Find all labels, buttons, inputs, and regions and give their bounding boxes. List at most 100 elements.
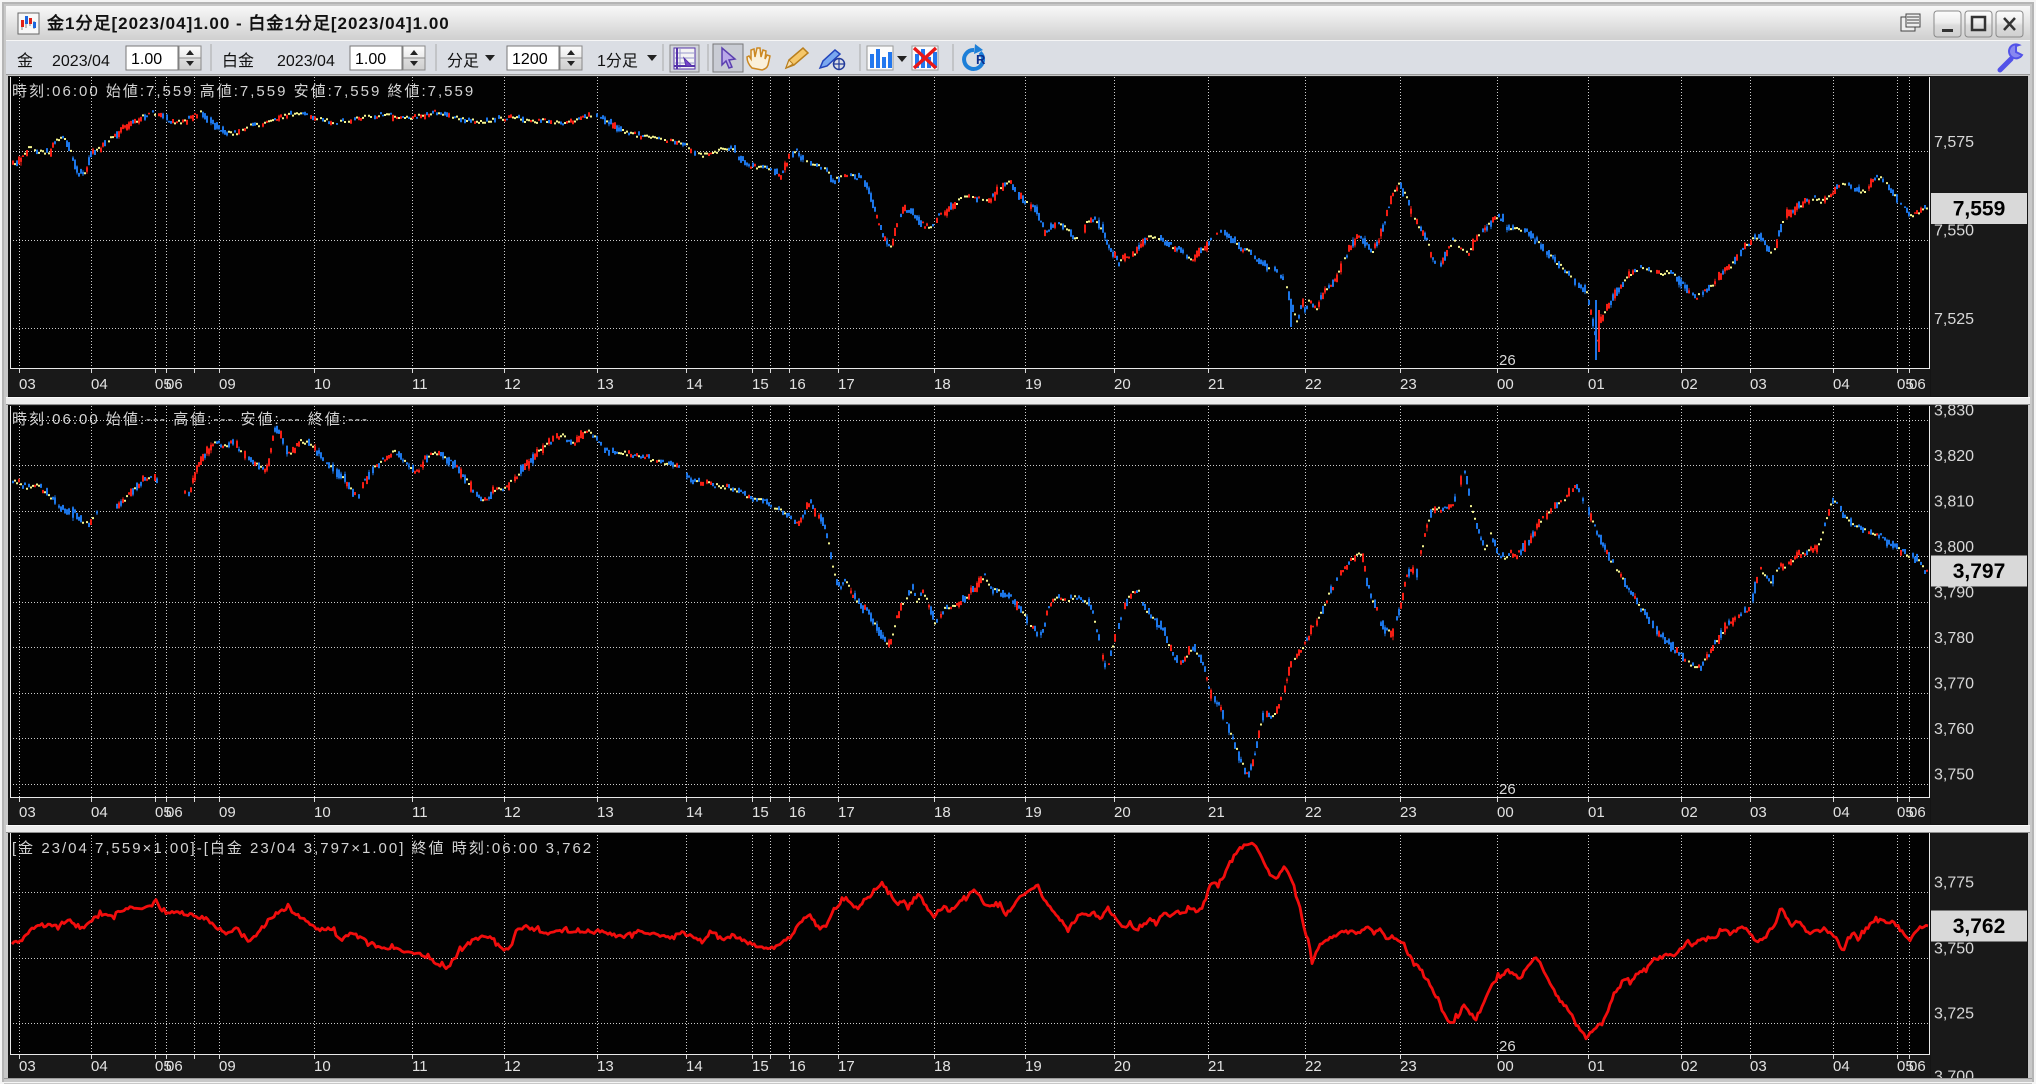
svg-text:1分足: 1分足 [597, 52, 638, 70]
svg-text:06: 06 [1909, 376, 1926, 393]
svg-text:06: 06 [1909, 804, 1926, 821]
svg-text:金: 金 [17, 52, 33, 70]
svg-text:13: 13 [597, 376, 614, 393]
svg-text:21: 21 [1208, 804, 1225, 821]
svg-text:3,810: 3,810 [1934, 494, 1974, 511]
svg-text:3,725: 3,725 [1934, 1006, 1974, 1023]
svg-text:04: 04 [91, 804, 108, 821]
svg-text:7,525: 7,525 [1934, 311, 1974, 328]
svg-text:03: 03 [1750, 1058, 1767, 1075]
svg-text:白金: 白金 [222, 52, 254, 70]
svg-text:11: 11 [412, 804, 428, 821]
svg-text:17: 17 [838, 376, 855, 393]
svg-text:3,790: 3,790 [1934, 585, 1974, 602]
svg-text:3,820: 3,820 [1934, 448, 1974, 465]
svg-text:14: 14 [686, 804, 703, 821]
svg-text:3,750: 3,750 [1934, 941, 1974, 958]
svg-text:09: 09 [219, 376, 236, 393]
svg-text:01: 01 [1588, 1058, 1605, 1075]
svg-text:11: 11 [412, 1058, 428, 1075]
svg-text:1.00: 1.00 [355, 51, 386, 68]
svg-text:13: 13 [597, 804, 614, 821]
svg-text:02: 02 [1681, 804, 1698, 821]
svg-text:2023/04: 2023/04 [52, 53, 110, 70]
svg-text:15: 15 [752, 804, 769, 821]
svg-text:3,830: 3,830 [1934, 403, 1974, 420]
svg-text:金1分足[2023/04]1.00 - 白金1分足[2023: 金1分足[2023/04]1.00 - 白金1分足[2023/04]1.00 [46, 13, 450, 33]
svg-text:26: 26 [1499, 352, 1516, 369]
svg-text:7,575: 7,575 [1934, 134, 1974, 151]
svg-text:09: 09 [219, 1058, 236, 1075]
svg-text:3,762: 3,762 [1953, 915, 2006, 938]
svg-text:22: 22 [1305, 376, 1322, 393]
svg-text:3,780: 3,780 [1934, 630, 1974, 647]
svg-text:19: 19 [1025, 1058, 1042, 1075]
svg-text:12: 12 [504, 804, 521, 821]
svg-text:12: 12 [504, 376, 521, 393]
svg-text:19: 19 [1025, 804, 1042, 821]
svg-text:17: 17 [838, 1058, 855, 1075]
svg-text:04: 04 [1833, 1058, 1850, 1075]
svg-text:20: 20 [1114, 1058, 1131, 1075]
svg-text:15: 15 [752, 1058, 769, 1075]
svg-text:1.00: 1.00 [131, 51, 162, 68]
svg-text:20: 20 [1114, 804, 1131, 821]
svg-text:20: 20 [1114, 376, 1131, 393]
svg-text:7,559: 7,559 [1953, 198, 2006, 221]
svg-text:04: 04 [1833, 376, 1850, 393]
svg-text:02: 02 [1681, 1058, 1698, 1075]
svg-text:09: 09 [219, 804, 236, 821]
svg-text:時刻:06:00 始値:--- 高値:--- 安値:---: 時刻:06:00 始値:--- 高値:--- 安値:--- 終値:--- [12, 411, 369, 428]
svg-text:26: 26 [1499, 1038, 1516, 1055]
svg-text:21: 21 [1208, 1058, 1225, 1075]
svg-text:21: 21 [1208, 376, 1225, 393]
svg-text:01: 01 [1588, 376, 1605, 393]
svg-text:16: 16 [789, 376, 806, 393]
svg-text:3,770: 3,770 [1934, 676, 1974, 693]
svg-text:03: 03 [19, 376, 36, 393]
svg-text:11: 11 [412, 376, 428, 393]
svg-text:17: 17 [838, 804, 855, 821]
svg-text:23: 23 [1400, 1058, 1417, 1075]
svg-text:1200: 1200 [512, 51, 548, 68]
svg-text:26: 26 [1499, 781, 1516, 798]
svg-text:3,797: 3,797 [1953, 560, 2006, 583]
svg-text:06: 06 [166, 804, 183, 821]
svg-text:18: 18 [934, 1058, 951, 1075]
svg-text:00: 00 [1497, 804, 1514, 821]
svg-text:3,760: 3,760 [1934, 721, 1974, 738]
svg-text:16: 16 [789, 1058, 806, 1075]
svg-text:19: 19 [1025, 376, 1042, 393]
svg-text:00: 00 [1497, 376, 1514, 393]
svg-text:分足: 分足 [447, 52, 479, 70]
svg-text:03: 03 [19, 1058, 36, 1075]
svg-text:7,550: 7,550 [1934, 223, 1974, 240]
svg-text:04: 04 [91, 1058, 108, 1075]
svg-text:22: 22 [1305, 804, 1322, 821]
svg-text:14: 14 [686, 1058, 703, 1075]
svg-text:10: 10 [314, 804, 331, 821]
svg-text:[金 23/04 7,559×1.00]-[白金 23/04: [金 23/04 7,559×1.00]-[白金 23/04 3,797×1.0… [12, 840, 593, 857]
svg-text:00: 00 [1497, 1058, 1514, 1075]
svg-text:06: 06 [1909, 1058, 1926, 1075]
svg-text:03: 03 [1750, 376, 1767, 393]
svg-text:3,800: 3,800 [1934, 539, 1974, 556]
svg-text:04: 04 [1833, 804, 1850, 821]
svg-text:18: 18 [934, 804, 951, 821]
svg-text:3,750: 3,750 [1934, 767, 1974, 784]
svg-text:12: 12 [504, 1058, 521, 1075]
svg-text:02: 02 [1681, 376, 1698, 393]
svg-text:06: 06 [166, 376, 183, 393]
svg-text:18: 18 [934, 376, 951, 393]
svg-text:R: R [976, 52, 986, 67]
svg-text:03: 03 [19, 804, 36, 821]
svg-text:03: 03 [1750, 804, 1767, 821]
svg-text:16: 16 [789, 804, 806, 821]
svg-text:10: 10 [314, 1058, 331, 1075]
svg-text:13: 13 [597, 1058, 614, 1075]
svg-text:23: 23 [1400, 376, 1417, 393]
svg-text:22: 22 [1305, 1058, 1322, 1075]
svg-text:14: 14 [686, 376, 703, 393]
svg-text:01: 01 [1588, 804, 1605, 821]
svg-text:時刻:06:00 始値:7,559 高値:7,559 安値:: 時刻:06:00 始値:7,559 高値:7,559 安値:7,559 終値:7… [12, 83, 475, 100]
